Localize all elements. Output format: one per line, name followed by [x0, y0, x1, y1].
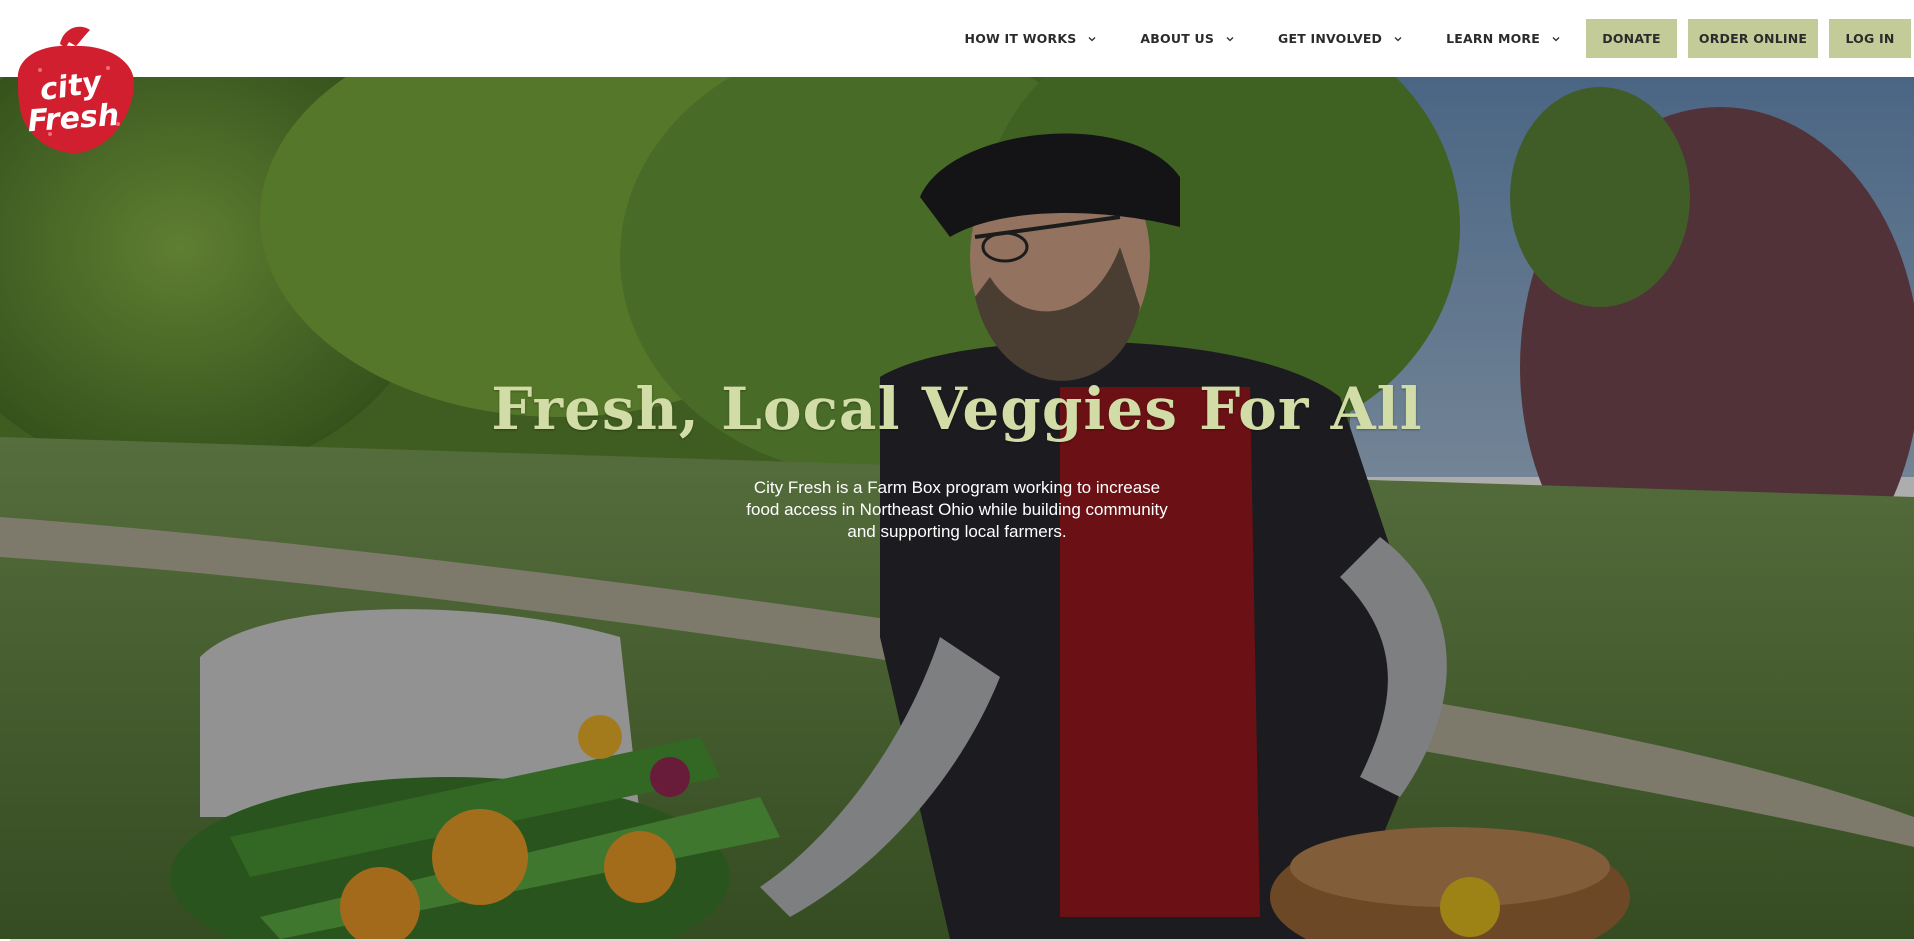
nav-item-label: GET INVOLVED: [1278, 31, 1383, 46]
nav-item-learn-more[interactable]: LEARN MORE: [1446, 31, 1560, 46]
chevron-down-icon: [1552, 36, 1560, 42]
nav-item-label: LEARN MORE: [1446, 31, 1540, 46]
main-nav: HOW IT WORKS ABOUT US GET INVOLVED LEARN…: [965, 0, 1914, 77]
donate-button[interactable]: DONATE: [1586, 19, 1677, 58]
order-online-button[interactable]: ORDER ONLINE: [1688, 19, 1818, 58]
hero-subtitle: City Fresh is a Farm Box program working…: [746, 478, 1168, 541]
nav-item-about-us[interactable]: ABOUT US: [1140, 31, 1234, 46]
chevron-down-icon: [1226, 36, 1234, 42]
nav-item-label: HOW IT WORKS: [964, 31, 1077, 46]
hero-section: Fresh, Local Veggies For All City Fresh …: [0, 77, 1914, 939]
nav-item-get-involved[interactable]: GET INVOLVED: [1278, 31, 1402, 46]
chevron-down-icon: [1394, 36, 1402, 42]
hero-title: Fresh, Local Veggies For All: [491, 375, 1423, 443]
nav-item-label: ABOUT US: [1140, 31, 1215, 46]
logo-text-fresh: Fresh: [26, 98, 120, 139]
city-fresh-logo[interactable]: city Fresh: [10, 24, 140, 158]
nav-item-how-it-works[interactable]: HOW IT WORKS: [965, 31, 1097, 46]
log-in-button[interactable]: LOG IN: [1829, 19, 1911, 58]
chevron-down-icon: [1088, 36, 1096, 42]
site-header: HOW IT WORKS ABOUT US GET INVOLVED LEARN…: [0, 0, 1914, 77]
